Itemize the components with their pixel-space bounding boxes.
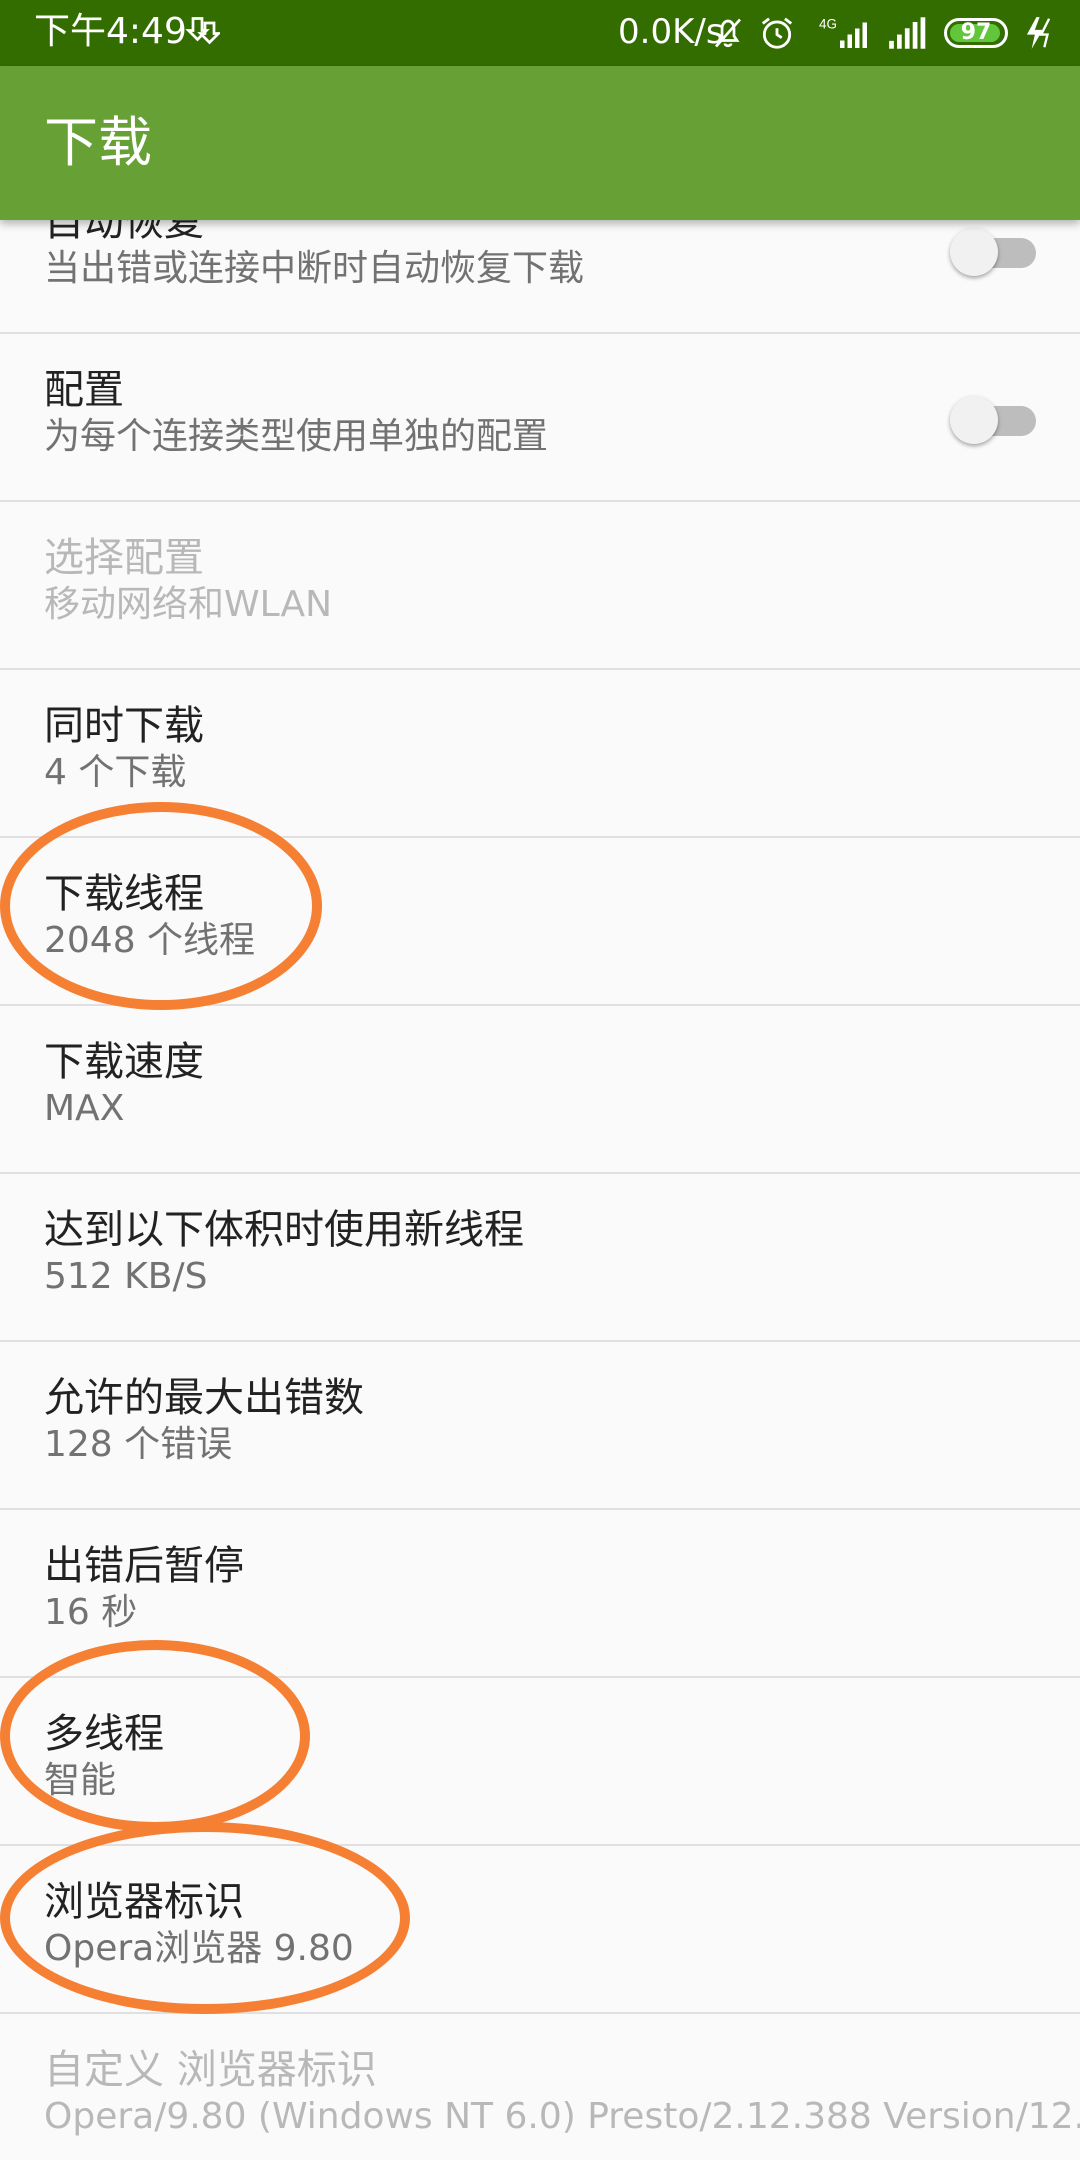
bell-off-icon (714, 18, 742, 48)
toggle-thumb (950, 228, 998, 276)
setting-simultaneous-downloads[interactable]: 同时下载 4 个下载 (0, 670, 1080, 838)
profiles-toggle[interactable] (950, 396, 1038, 444)
setting-title: 下载线程 (44, 871, 204, 917)
setting-title: 自动恢复 (44, 220, 204, 245)
battery-icon: 97 (944, 18, 1008, 48)
setting-subtitle: 移动网络和WLAN (44, 584, 333, 625)
svg-text:4G: 4G (819, 17, 837, 32)
download-icon (185, 17, 220, 45)
status-time: 下午4:49 (34, 11, 187, 52)
setting-subtitle: 16 秒 (44, 1592, 138, 1633)
setting-title: 选择配置 (44, 535, 204, 581)
auto-resume-toggle[interactable] (950, 228, 1038, 276)
setting-new-thread-threshold[interactable]: 达到以下体积时使用新线程 512 KB/S (0, 1174, 1080, 1342)
setting-title: 自定义 浏览器标识 (44, 2047, 377, 2093)
setting-auto-resume[interactable]: 自动恢复 当出错或连接中断时自动恢复下载 (0, 220, 1080, 334)
setting-download-threads[interactable]: 下载线程 2048 个线程 (0, 838, 1080, 1006)
setting-subtitle: 智能 (44, 1760, 117, 1801)
network-speed: 0.0K/s (618, 12, 724, 52)
status-bar: 下午4:49 0.0K/s 4G 97 (0, 0, 1080, 66)
setting-subtitle: 128 个错误 (44, 1424, 233, 1465)
setting-subtitle: MAX (44, 1088, 125, 1129)
setting-subtitle: 为每个连接类型使用单独的配置 (44, 416, 549, 457)
setting-subtitle: 4 个下载 (44, 752, 187, 793)
settings-list[interactable]: 自动恢复 当出错或连接中断时自动恢复下载 配置 为每个连接类型使用单独的配置 选… (0, 220, 1080, 2160)
page-title: 下载 (44, 111, 152, 174)
setting-title: 达到以下体积时使用新线程 (44, 1207, 524, 1253)
setting-title: 下载速度 (44, 1039, 204, 1085)
setting-download-speed[interactable]: 下载速度 MAX (0, 1006, 1080, 1174)
setting-select-profile: 选择配置 移动网络和WLAN (0, 502, 1080, 670)
setting-title: 同时下载 (44, 703, 204, 749)
setting-subtitle: 512 KB/S (44, 1256, 208, 1297)
battery-level: 97 (960, 20, 992, 45)
setting-subtitle: 当出错或连接中断时自动恢复下载 (44, 248, 585, 289)
setting-subtitle: Opera浏览器 9.80 (44, 1928, 354, 1969)
setting-title: 允许的最大出错数 (44, 1375, 364, 1421)
signal-4g-icon: 4G (819, 17, 867, 48)
setting-max-errors[interactable]: 允许的最大出错数 128 个错误 (0, 1342, 1080, 1510)
setting-pause-after-error[interactable]: 出错后暂停 16 秒 (0, 1510, 1080, 1678)
setting-subtitle: Opera/9.80 (Windows NT 6.0) Presto/2.12.… (44, 2096, 1080, 2137)
charging-icon (1026, 17, 1051, 49)
setting-multithread[interactable]: 多线程 智能 (0, 1678, 1080, 1846)
toggle-thumb (950, 396, 998, 444)
setting-profiles[interactable]: 配置 为每个连接类型使用单独的配置 (0, 334, 1080, 502)
signal-icon (889, 17, 926, 49)
alarm-icon (761, 17, 793, 49)
setting-subtitle: 2048 个线程 (44, 920, 256, 961)
setting-title: 浏览器标识 (44, 1879, 244, 1925)
setting-title: 多线程 (44, 1711, 164, 1757)
setting-title: 出错后暂停 (44, 1543, 244, 1589)
app-bar: 下载 (0, 66, 1080, 220)
setting-user-agent[interactable]: 浏览器标识 Opera浏览器 9.80 (0, 1846, 1080, 2014)
setting-custom-user-agent: 自定义 浏览器标识 Opera/9.80 (Windows NT 6.0) Pr… (0, 2014, 1080, 2160)
setting-title: 配置 (44, 367, 124, 413)
